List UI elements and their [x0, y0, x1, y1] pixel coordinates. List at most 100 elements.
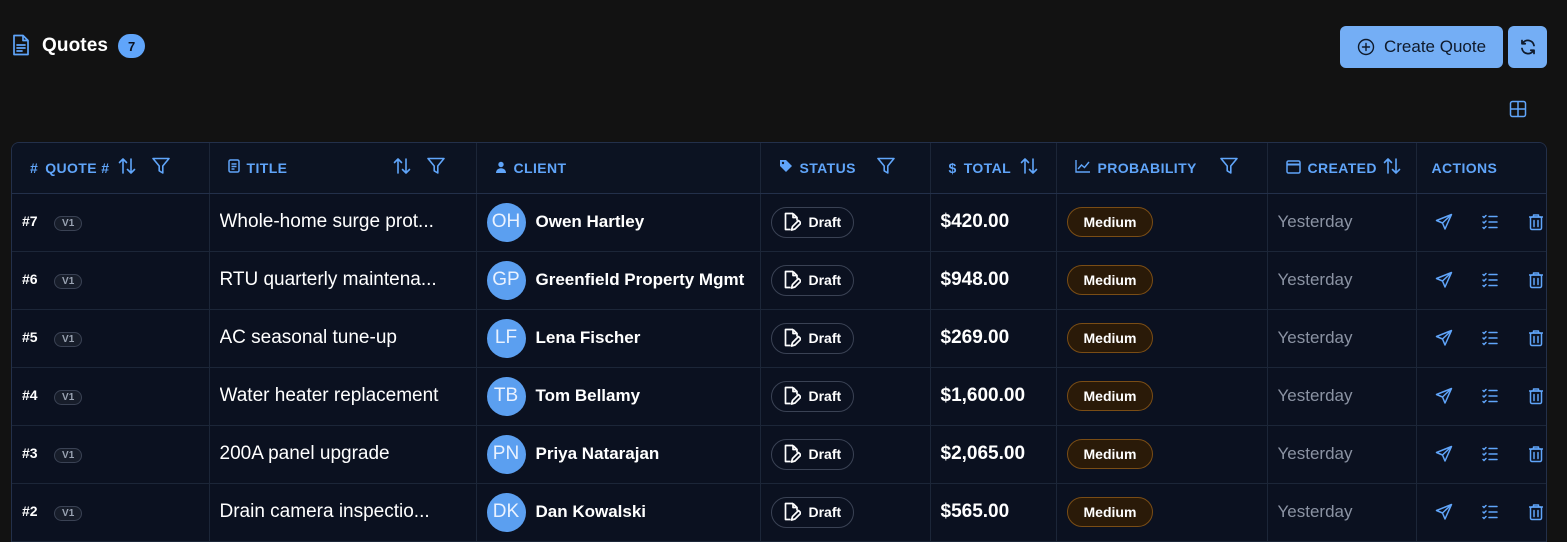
sort-icon[interactable]	[1019, 156, 1039, 179]
table-row[interactable]: #2 V1 Drain camera inspectio... DK Dan K…	[12, 483, 1546, 542]
draft-icon	[781, 386, 801, 406]
title-cell[interactable]: Water heater replacement	[209, 367, 477, 426]
send-icon[interactable]	[1435, 213, 1453, 231]
client-cell[interactable]: DK Dan Kowalski	[476, 483, 761, 542]
client-name[interactable]: Priya Natarajan	[536, 444, 660, 464]
status-cell: Draft	[760, 251, 931, 310]
page-header: Quotes 7 Create Quote	[0, 0, 1567, 118]
title-cell[interactable]: RTU quarterly maintena...	[209, 251, 477, 310]
checklist-icon[interactable]	[1481, 387, 1499, 405]
send-icon[interactable]	[1435, 329, 1453, 347]
quote-number: #3	[22, 445, 38, 461]
client-cell[interactable]: GP Greenfield Property Mgmt	[476, 251, 761, 310]
client-name[interactable]: Owen Hartley	[536, 212, 645, 232]
status-badge: Draft	[770, 322, 855, 354]
quote-title[interactable]: 200A panel upgrade	[220, 443, 466, 465]
created-date: Yesterday	[1277, 328, 1353, 347]
checklist-icon[interactable]	[1481, 445, 1499, 463]
column-label: TOTAL	[963, 159, 1012, 176]
sort-icon[interactable]	[1382, 156, 1402, 179]
checklist-icon[interactable]	[1481, 213, 1499, 231]
send-icon[interactable]	[1435, 503, 1453, 521]
client-name[interactable]: Dan Kowalski	[536, 502, 647, 522]
filter-icon[interactable]	[151, 156, 171, 179]
status-badge: Draft	[770, 496, 855, 528]
probability-badge: Medium	[1066, 381, 1154, 411]
column-header-title[interactable]: TITLE	[209, 143, 477, 194]
column-header-total[interactable]: $ TOTAL	[930, 143, 1057, 194]
filter-icon[interactable]	[426, 156, 446, 179]
calendar-icon	[1285, 159, 1301, 177]
column-header-created[interactable]: CREATED	[1267, 143, 1417, 194]
quote-number: #7	[22, 213, 38, 229]
grid-toggle-icon[interactable]	[1508, 99, 1528, 119]
table-row[interactable]: #7 V1 Whole-home surge prot... OH Owen H…	[12, 193, 1546, 252]
trash-icon[interactable]	[1527, 213, 1545, 231]
total-amount: $420.00	[940, 211, 1010, 232]
table-row[interactable]: #4 V1 Water heater replacement TB Tom Be…	[12, 367, 1546, 426]
trash-icon[interactable]	[1527, 445, 1545, 463]
avatar: DK	[486, 492, 526, 532]
trash-icon[interactable]	[1527, 387, 1545, 405]
table-row[interactable]: #6 V1 RTU quarterly maintena... GP Green…	[12, 251, 1546, 310]
sort-icon[interactable]	[392, 156, 412, 179]
probability-badge: Medium	[1066, 323, 1154, 353]
quote-title[interactable]: Drain camera inspectio...	[220, 501, 466, 523]
trash-icon[interactable]	[1527, 271, 1545, 289]
refresh-button[interactable]	[1508, 26, 1547, 68]
quote-title[interactable]: Water heater replacement	[220, 385, 466, 407]
table-row[interactable]: #5 V1 AC seasonal tune-up LF Lena Fische…	[12, 309, 1546, 368]
send-icon[interactable]	[1435, 271, 1453, 289]
probability-cell: Medium	[1056, 367, 1268, 426]
probability-badge: Medium	[1066, 497, 1154, 527]
total-amount: $2,065.00	[940, 443, 1026, 464]
trash-icon[interactable]	[1527, 503, 1545, 521]
column-header-quote-number[interactable]: # QUOTE #	[12, 143, 210, 194]
version-badge: V1	[54, 390, 83, 405]
column-label: CREATED	[1307, 159, 1377, 176]
quote-title[interactable]: Whole-home surge prot...	[220, 211, 466, 233]
quote-number-cell: #7 V1	[12, 193, 210, 252]
quote-title[interactable]: RTU quarterly maintena...	[220, 269, 466, 291]
quote-title[interactable]: AC seasonal tune-up	[220, 327, 466, 349]
filter-icon[interactable]	[876, 156, 896, 179]
checklist-icon[interactable]	[1481, 271, 1499, 289]
actions-cell	[1416, 251, 1546, 310]
client-cell[interactable]: OH Owen Hartley	[476, 193, 761, 252]
client-cell[interactable]: LF Lena Fischer	[476, 309, 761, 368]
client-name[interactable]: Lena Fischer	[536, 328, 641, 348]
column-header-status[interactable]: STATUS	[760, 143, 931, 194]
title-cell[interactable]: 200A panel upgrade	[209, 425, 477, 484]
status-label: Draft	[808, 272, 842, 288]
client-name[interactable]: Tom Bellamy	[536, 386, 641, 406]
hash-icon: #	[30, 159, 39, 176]
client-cell[interactable]: TB Tom Bellamy	[476, 367, 761, 426]
checklist-icon[interactable]	[1481, 503, 1499, 521]
probability-badge: Medium	[1066, 265, 1154, 295]
filter-icon[interactable]	[1219, 156, 1239, 179]
column-header-probability[interactable]: PROBABILITY	[1056, 143, 1268, 194]
document-icon	[227, 159, 240, 176]
table-row[interactable]: #3 V1 200A panel upgrade PN Priya Natara…	[12, 425, 1546, 484]
title-cell[interactable]: Drain camera inspectio...	[209, 483, 477, 542]
title-cell[interactable]: Whole-home surge prot...	[209, 193, 477, 252]
client-name[interactable]: Greenfield Property Mgmt	[536, 270, 745, 290]
actions-cell	[1416, 425, 1546, 484]
column-header-client[interactable]: CLIENT	[476, 143, 761, 194]
total-cell: $420.00	[930, 193, 1057, 252]
created-cell: Yesterday	[1267, 193, 1417, 252]
version-badge: V1	[54, 332, 83, 347]
sort-icon[interactable]	[117, 156, 137, 179]
quote-number: #6	[22, 271, 38, 287]
checklist-icon[interactable]	[1481, 329, 1499, 347]
trend-chart-icon	[1074, 159, 1091, 176]
created-cell: Yesterday	[1267, 367, 1417, 426]
create-quote-button[interactable]: Create Quote	[1340, 26, 1503, 68]
send-icon[interactable]	[1435, 445, 1453, 463]
client-cell[interactable]: PN Priya Natarajan	[476, 425, 761, 484]
probability-badge: Medium	[1066, 207, 1154, 237]
status-badge: Draft	[770, 206, 855, 238]
trash-icon[interactable]	[1527, 329, 1545, 347]
send-icon[interactable]	[1435, 387, 1453, 405]
title-cell[interactable]: AC seasonal tune-up	[209, 309, 477, 368]
